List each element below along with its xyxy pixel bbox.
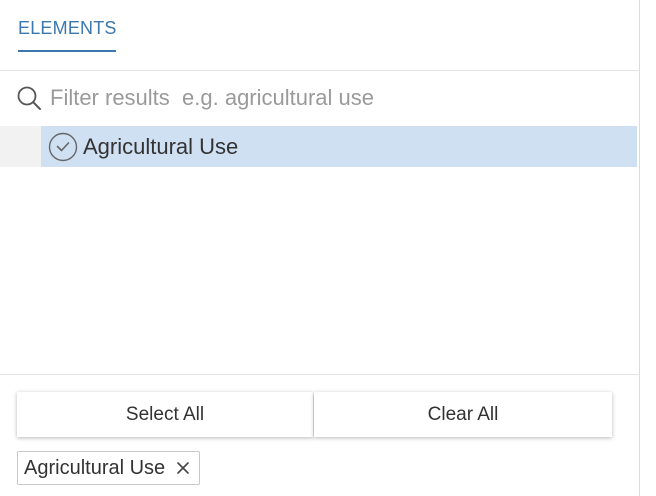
list-item-label: Agricultural Use [83, 134, 239, 159]
select-all-button[interactable]: Select All [17, 392, 313, 437]
search-bar [0, 72, 640, 124]
selected-chip: Agricultural Use [17, 451, 201, 485]
tab-elements[interactable]: ELEMENTS [18, 18, 117, 39]
list-item[interactable]: Agricultural Use [41, 126, 637, 167]
active-tab-indicator [18, 50, 116, 52]
elements-panel: ELEMENTS Agricultural Use Select All Cle… [0, 0, 640, 496]
check-circle-icon[interactable] [48, 132, 78, 162]
clear-all-button[interactable]: Clear All [314, 392, 612, 437]
divider [0, 70, 640, 71]
search-icon [17, 86, 41, 110]
search-input[interactable] [50, 80, 610, 116]
divider [0, 374, 640, 375]
results-list: Agricultural Use [0, 126, 640, 374]
close-icon[interactable] [175, 460, 191, 476]
selected-chip-label: Agricultural Use [24, 456, 166, 479]
row-gutter [0, 126, 41, 167]
